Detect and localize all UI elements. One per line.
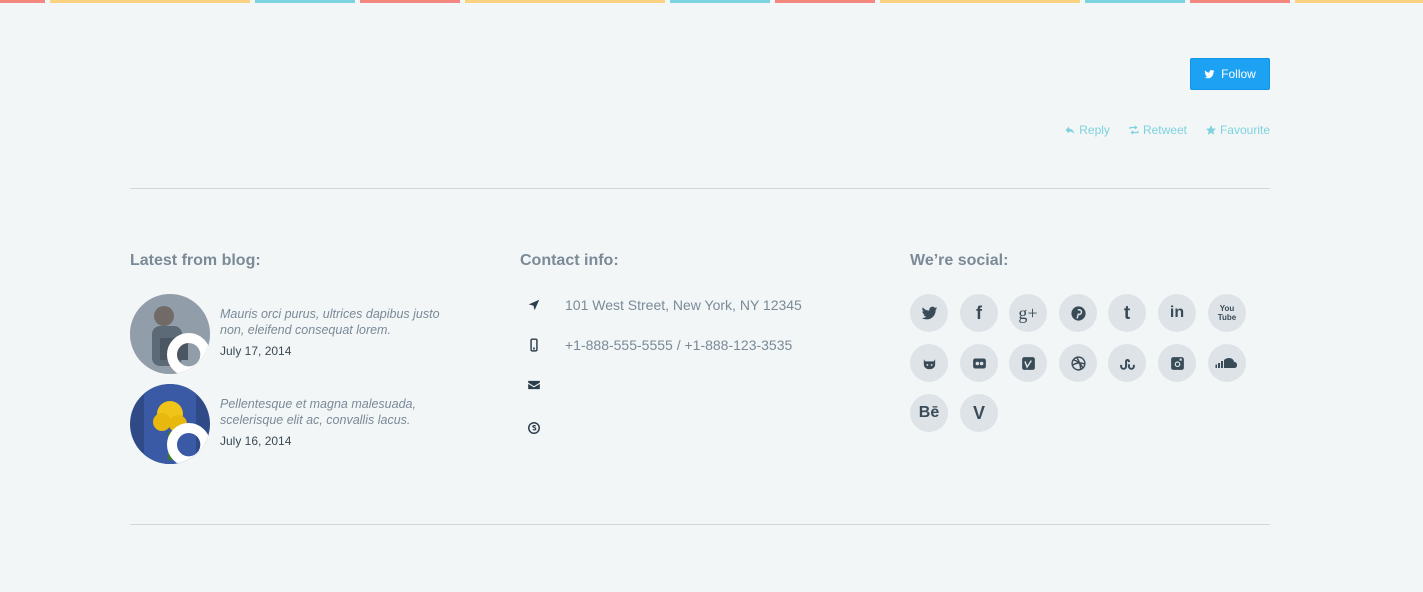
contact-phone-text: +1-888-555-5555 / +1-888-123-3535 bbox=[565, 337, 793, 353]
follow-label: Follow bbox=[1221, 67, 1256, 81]
google-plus-icon: g+ bbox=[1018, 303, 1038, 323]
star-icon bbox=[1205, 125, 1216, 135]
instagram-social-button[interactable] bbox=[1158, 344, 1196, 382]
contact-address-text: 101 West Street, New York, NY 12345 bbox=[565, 297, 802, 313]
blog-post-excerpt[interactable]: Pellentesque et magna malesuada, sceleri… bbox=[220, 396, 450, 428]
reply-label: Reply bbox=[1079, 123, 1110, 137]
blog-post[interactable]: Mauris orci purus, ultrices dapibus just… bbox=[130, 294, 450, 374]
contact-email[interactable] bbox=[520, 373, 565, 397]
flickr-icon bbox=[972, 358, 986, 368]
pinterest-icon bbox=[1070, 305, 1086, 321]
reply-link[interactable]: Reply bbox=[1064, 123, 1110, 137]
divider-bottom bbox=[130, 524, 1270, 525]
favourite-link[interactable]: Favourite bbox=[1205, 123, 1270, 137]
blog-post-thumbnail[interactable] bbox=[130, 384, 210, 464]
twitter-follow-button[interactable]: Follow bbox=[1190, 58, 1270, 90]
skype-icon bbox=[528, 422, 540, 434]
social-section-title: We’re social: bbox=[910, 252, 1009, 269]
github-icon bbox=[923, 358, 935, 369]
youtube-social-button[interactable]: You Tube bbox=[1208, 294, 1246, 332]
stumbleupon-social-button[interactable] bbox=[1108, 344, 1146, 382]
behance-icon: Bē bbox=[918, 404, 940, 421]
contact-section-title: Contact info: bbox=[520, 252, 619, 269]
top-color-stripe bbox=[0, 0, 1423, 3]
location-arrow-icon bbox=[528, 299, 540, 311]
reply-icon bbox=[1065, 126, 1075, 134]
vimeo-social-button[interactable] bbox=[1009, 344, 1047, 382]
twitter-icon bbox=[921, 306, 937, 319]
facebook-social-button[interactable]: f bbox=[960, 294, 998, 332]
blog-section-title: Latest from blog: bbox=[130, 252, 261, 269]
vine-icon: V bbox=[972, 403, 985, 423]
instagram-icon bbox=[1170, 356, 1184, 370]
retweet-icon bbox=[1129, 125, 1139, 135]
blog-post-date: July 16, 2014 bbox=[220, 434, 292, 448]
flickr-social-button[interactable] bbox=[960, 344, 998, 382]
pinterest-social-button[interactable] bbox=[1059, 294, 1097, 332]
github-social-button[interactable] bbox=[910, 344, 948, 382]
soundcloud-social-button[interactable] bbox=[1208, 344, 1246, 382]
contact-address: 101 West Street, New York, NY 12345 bbox=[520, 293, 802, 317]
dribbble-icon bbox=[1070, 355, 1086, 371]
linkedin-icon: in bbox=[1169, 304, 1185, 321]
twitter-icon bbox=[1204, 69, 1215, 78]
blog-post-excerpt[interactable]: Mauris orci purus, ultrices dapibus just… bbox=[220, 306, 450, 338]
youtube-icon: You Tube bbox=[1217, 304, 1237, 322]
facebook-icon: f bbox=[976, 303, 982, 323]
tweet-actions: Reply Retweet Favourite bbox=[1064, 123, 1270, 137]
tumblr-icon: t bbox=[1123, 302, 1131, 324]
retweet-link[interactable]: Retweet bbox=[1128, 123, 1187, 137]
divider-top bbox=[130, 188, 1270, 189]
blog-post-date: July 17, 2014 bbox=[220, 344, 292, 358]
stumbleupon-icon bbox=[1119, 358, 1135, 370]
linkedin-social-button[interactable]: in bbox=[1158, 294, 1196, 332]
twitter-social-button[interactable] bbox=[910, 294, 948, 332]
contact-skype[interactable] bbox=[520, 416, 565, 440]
favourite-label: Favourite bbox=[1219, 123, 1270, 137]
vimeo-icon bbox=[1021, 356, 1035, 370]
tumblr-social-button[interactable]: t bbox=[1108, 294, 1146, 332]
blog-post[interactable]: Pellentesque et magna malesuada, sceleri… bbox=[130, 384, 450, 464]
mobile-phone-icon bbox=[530, 338, 538, 352]
google-plus-social-button[interactable]: g+ bbox=[1009, 294, 1047, 332]
link-icon bbox=[167, 333, 210, 374]
blog-post-thumbnail[interactable] bbox=[130, 294, 210, 374]
link-icon bbox=[167, 423, 210, 464]
retweet-label: Retweet bbox=[1142, 123, 1187, 137]
soundcloud-icon bbox=[1215, 358, 1237, 368]
behance-social-button[interactable]: Bē bbox=[910, 394, 948, 432]
dribbble-social-button[interactable] bbox=[1059, 344, 1097, 382]
contact-phone: +1-888-555-5555 / +1-888-123-3535 bbox=[520, 333, 792, 357]
vine-social-button[interactable]: V bbox=[960, 394, 998, 432]
envelope-icon bbox=[528, 380, 540, 390]
